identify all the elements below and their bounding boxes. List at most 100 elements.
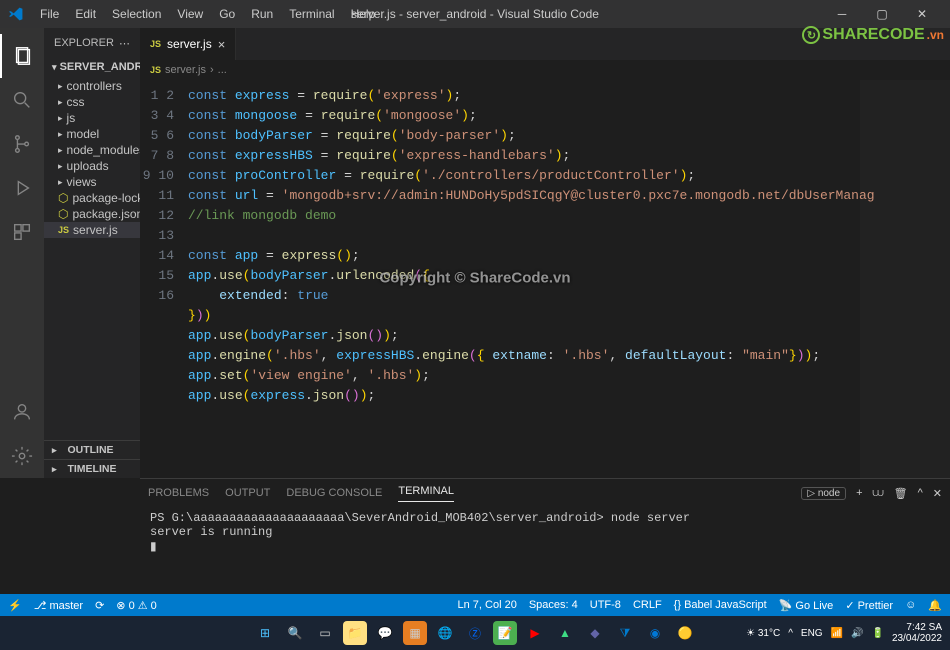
- task-messenger[interactable]: 💬: [373, 621, 397, 645]
- chevron-right-icon: ▸: [52, 464, 57, 475]
- panel-tab-output[interactable]: OUTPUT: [225, 487, 270, 499]
- terminal-content[interactable]: PS G:\aaaaaaaaaaaaaaaaaaaaa\SeverAndroid…: [140, 507, 950, 594]
- task-chrome[interactable]: 🌐: [433, 621, 457, 645]
- tray-weather[interactable]: ☀ 31°C: [746, 628, 780, 639]
- menu-terminal[interactable]: Terminal: [281, 3, 342, 25]
- timeline-section[interactable]: ▸ TIMELINE: [44, 459, 140, 478]
- breadcrumb[interactable]: JS server.js › ...: [140, 60, 950, 80]
- tray-battery-icon[interactable]: 🔋: [871, 628, 883, 639]
- activity-search[interactable]: [0, 78, 44, 122]
- status-problems[interactable]: ⊗ 0 ⚠ 0: [116, 599, 157, 612]
- activity-debug[interactable]: [0, 166, 44, 210]
- status-remote-icon[interactable]: ⚡: [8, 599, 22, 612]
- task-android-studio[interactable]: ▲: [553, 621, 577, 645]
- explorer-more-icon[interactable]: ⋯: [119, 37, 130, 50]
- menu-view[interactable]: View: [169, 3, 211, 25]
- logo-text: SHARECODE: [822, 26, 924, 44]
- status-language[interactable]: {} Babel JavaScript: [674, 599, 767, 611]
- folder-model[interactable]: ▸model: [44, 126, 140, 142]
- project-name: SERVER_ANDROID: [60, 61, 140, 73]
- lang-name: Babel JavaScript: [684, 599, 767, 611]
- activity-settings[interactable]: [0, 434, 44, 478]
- menu-selection[interactable]: Selection: [104, 3, 169, 25]
- code-editor[interactable]: 1 2 3 4 5 6 7 8 9 10 11 12 13 14 15 16 c…: [140, 80, 950, 478]
- task-edge[interactable]: ◉: [643, 621, 667, 645]
- task-notepad[interactable]: 📝: [493, 621, 517, 645]
- status-eol[interactable]: CRLF: [633, 599, 662, 611]
- tray-clock[interactable]: 7:42 SA23/04/2022: [892, 622, 942, 644]
- status-encoding[interactable]: UTF-8: [590, 599, 621, 611]
- task-explorer[interactable]: 📁: [343, 621, 367, 645]
- menu-edit[interactable]: Edit: [67, 3, 104, 25]
- panel-close-icon[interactable]: ✕: [933, 487, 942, 500]
- branch-name: master: [49, 600, 83, 612]
- project-root[interactable]: ▾ SERVER_ANDROID: [44, 58, 140, 76]
- folder-js[interactable]: ▸js: [44, 110, 140, 126]
- tab-server-js[interactable]: JS server.js ×: [140, 28, 236, 60]
- minimap[interactable]: [860, 80, 950, 478]
- activity-account[interactable]: [0, 390, 44, 434]
- status-cursor[interactable]: Ln 7, Col 20: [458, 599, 517, 611]
- file-package-json[interactable]: ⬡package.json: [44, 206, 140, 222]
- menu-go[interactable]: Go: [211, 3, 243, 25]
- maximize-button[interactable]: ▢: [862, 0, 902, 28]
- panel-tab-terminal[interactable]: TERMINAL: [398, 485, 454, 502]
- outline-section[interactable]: ▸ OUTLINE: [44, 440, 140, 459]
- timeline-label: TIMELINE: [67, 463, 116, 475]
- task-zalo[interactable]: Ⓩ: [463, 621, 487, 645]
- activity-explorer[interactable]: [0, 34, 44, 78]
- status-bar: ⚡ ⎇ master ⟳ ⊗ 0 ⚠ 0 Ln 7, Col 20 Spaces…: [0, 594, 950, 616]
- file-server-js[interactable]: JSserver.js: [44, 222, 140, 238]
- code-content[interactable]: const express = require('express'); cons…: [188, 80, 950, 478]
- chevron-right-icon: ▸: [58, 129, 63, 140]
- task-vscode[interactable]: ⧩: [613, 621, 637, 645]
- task-search[interactable]: 🔍: [283, 621, 307, 645]
- tab-label: server.js: [167, 37, 212, 51]
- folder-uploads[interactable]: ▸uploads: [44, 158, 140, 174]
- tray-lang[interactable]: ENG: [801, 628, 823, 639]
- status-sync-icon[interactable]: ⟳: [95, 599, 104, 612]
- task-app[interactable]: ▦: [403, 621, 427, 645]
- status-indent[interactable]: Spaces: 4: [529, 599, 578, 611]
- menu-run[interactable]: Run: [243, 3, 281, 25]
- close-button[interactable]: ✕: [902, 0, 942, 28]
- breadcrumb-file: server.js: [165, 64, 206, 76]
- terminal-new-icon[interactable]: +: [856, 487, 862, 499]
- tree-label: package.json: [72, 207, 140, 221]
- start-button[interactable]: ⊞: [253, 621, 277, 645]
- menu-file[interactable]: File: [32, 3, 67, 25]
- status-branch[interactable]: ⎇ master: [34, 599, 83, 612]
- file-tree: ▸controllers ▸css ▸js ▸model ▸node_modul…: [44, 76, 140, 240]
- panel-tab-problems[interactable]: PROBLEMS: [148, 487, 209, 499]
- task-chrome2[interactable]: 🟡: [673, 621, 697, 645]
- terminal-split-icon[interactable]: ⩊: [873, 487, 884, 500]
- status-golive[interactable]: 📡 Go Live: [779, 599, 834, 612]
- folder-css[interactable]: ▸css: [44, 94, 140, 110]
- js-file-icon: JS: [150, 39, 161, 49]
- file-package-lock[interactable]: ⬡package-lock.json: [44, 190, 140, 206]
- activity-extensions[interactable]: [0, 210, 44, 254]
- folder-node-modules[interactable]: ▸node_modules: [44, 142, 140, 158]
- warn-count: 0: [151, 600, 157, 612]
- terminal-trash-icon[interactable]: 🗑: [894, 487, 908, 500]
- folder-controllers[interactable]: ▸controllers: [44, 78, 140, 94]
- status-prettier[interactable]: ✓ Prettier: [845, 599, 893, 612]
- task-youtube[interactable]: ▶: [523, 621, 547, 645]
- tray-wifi-icon[interactable]: 📶: [831, 628, 843, 639]
- status-bell-icon[interactable]: 🔔: [928, 599, 942, 612]
- panel-maximize-icon[interactable]: ^: [918, 487, 923, 499]
- activity-source-control[interactable]: [0, 122, 44, 166]
- tray-volume-icon[interactable]: 🔊: [851, 628, 863, 639]
- task-virtual-desktops[interactable]: ▭: [313, 621, 337, 645]
- minimize-button[interactable]: ─: [822, 0, 862, 28]
- terminal-shell-selector[interactable]: ▷ node: [801, 487, 846, 500]
- task-app2[interactable]: ◆: [583, 621, 607, 645]
- status-feedback-icon[interactable]: ☺: [905, 599, 916, 611]
- folder-views[interactable]: ▸views: [44, 174, 140, 190]
- explorer-header: EXPLORER ⋯: [44, 28, 140, 58]
- breadcrumb-more: ...: [218, 64, 227, 76]
- tab-close-icon[interactable]: ×: [218, 37, 226, 52]
- panel-tab-debug[interactable]: DEBUG CONSOLE: [286, 487, 382, 499]
- window-title: server.js - server_android - Visual Stud…: [351, 7, 599, 21]
- tray-expand-icon[interactable]: ^: [788, 628, 793, 639]
